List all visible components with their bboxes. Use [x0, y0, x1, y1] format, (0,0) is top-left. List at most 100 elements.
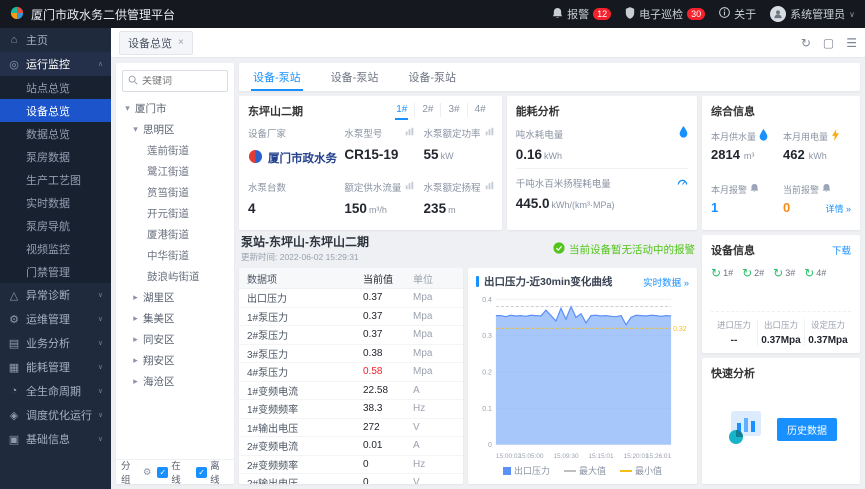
content-tab[interactable]: 设备-泵站 [251, 63, 303, 91]
energy-metric: 千吨水百米扬程耗电量445.0kWh/(km³·MPa) [516, 168, 688, 217]
tree-label: 厦门市 [135, 101, 167, 116]
sidebar-item-label: 全生命周期 [26, 383, 81, 399]
table-row[interactable]: 1#变频频率38.3Hz [239, 400, 463, 419]
offline-label: 离线 [210, 458, 229, 486]
open-tab-device-overview[interactable]: 设备总览 × [119, 31, 193, 55]
table-row[interactable]: 出口压力0.37Mpa [239, 289, 463, 308]
tree-node-street[interactable]: 厦港街道 [118, 224, 232, 245]
fullscreen-icon[interactable]: ▢ [823, 36, 834, 50]
user-menu[interactable]: 系统管理员 ∨ [770, 6, 855, 22]
pump-tab[interactable]: 4# [467, 103, 493, 117]
table-body[interactable]: 出口压力0.37Mpa1#泵压力0.37Mpa2#泵压力0.37Mpa3#泵压力… [239, 289, 463, 484]
tree-node-street[interactable]: 筼筜街道 [118, 182, 232, 203]
sidebar-subitem[interactable]: 门禁管理 [0, 260, 111, 283]
detail-link[interactable]: 详情 » [825, 202, 851, 215]
history-data-button[interactable]: 历史数据 [777, 418, 837, 441]
stat-value: -- [711, 335, 757, 346]
sidebar-group-monitor[interactable]: ◎运行监控∧ [0, 52, 111, 76]
table-row[interactable]: 3#泵压力0.38Mpa [239, 345, 463, 364]
sidebar-group[interactable]: ◈调度优化运行∨ [0, 403, 111, 427]
tree-node-street[interactable]: 莲前街道 [118, 140, 232, 161]
pump-tab[interactable]: 3# [440, 103, 466, 117]
close-icon[interactable]: × [178, 37, 184, 48]
metric-label: 千吨水百米扬程耗电量 [516, 176, 611, 190]
pump-status: ↻2# [742, 267, 764, 279]
station-metric: 额定供水流量 150m³/h [344, 180, 413, 223]
tree-node-city[interactable]: ▾厦门市 [118, 98, 232, 119]
tree-node-street[interactable]: 鼓浪屿街道 [118, 266, 232, 287]
sidebar-group[interactable]: ▣基础信息∨ [0, 427, 111, 451]
search-box [122, 70, 228, 92]
online-checkbox[interactable]: ✓ 在线 [157, 458, 190, 486]
pump-tab[interactable]: 2# [414, 103, 440, 117]
tree-node-street[interactable]: 鹭江街道 [118, 161, 232, 182]
cell-unit: Mpa [413, 329, 455, 340]
table-row[interactable]: 2#泵压力0.37Mpa [239, 326, 463, 345]
chevron-up-icon: ∧ [98, 60, 103, 68]
sidebar-group[interactable]: ⚙运维管理∨ [0, 307, 111, 331]
about-button[interactable]: 关于 [719, 6, 756, 22]
search-input[interactable] [142, 76, 222, 87]
metric-chart-icon [405, 181, 414, 193]
realtime-data-link[interactable]: 实时数据 » [643, 275, 689, 289]
cell-name: 2#泵压力 [247, 327, 363, 342]
cell-unit: Mpa [413, 311, 455, 322]
legend-item[interactable]: 最大值 [564, 464, 606, 477]
tree-node-street[interactable]: 开元街道 [118, 203, 232, 224]
offline-checkbox[interactable]: ✓ 离线 [196, 458, 229, 486]
summary-card-title: 综合信息 [711, 103, 851, 119]
sidebar-group[interactable]: ▦能耗管理∨ [0, 355, 111, 379]
sidebar-group[interactable]: △异常诊断∨ [0, 283, 111, 307]
stat-value: 0.37Mpa [758, 335, 804, 346]
sidebar-subitem[interactable]: 泵房数据 [0, 145, 111, 168]
pump-id: 4# [816, 268, 826, 278]
sidebar-subitem[interactable]: 泵房导航 [0, 214, 111, 237]
sidebar-item-home[interactable]: ⌂主页 [0, 28, 111, 52]
cell-value: 0.37 [363, 329, 413, 340]
sidebar-group[interactable]: ◔全生命周期∨ [0, 379, 111, 403]
tree-label: 同安区 [143, 332, 175, 347]
content-tab[interactable]: 设备-泵站 [329, 63, 381, 91]
content-tab[interactable]: 设备-泵站 [406, 63, 458, 91]
table-row[interactable]: 4#泵压力0.58Mpa [239, 363, 463, 382]
table-row[interactable]: 1#泵压力0.37Mpa [239, 308, 463, 327]
sidebar-subitem[interactable]: 实时数据 [0, 191, 111, 214]
sidebar-subitem[interactable]: 设备总览 [0, 99, 111, 122]
table-row[interactable]: 2#变频频率0Hz [239, 456, 463, 475]
cell-value: 0 [363, 459, 413, 470]
table-row[interactable]: 2#输出电压0V [239, 474, 463, 484]
pump-tabs: 1#2#3#4# [389, 103, 493, 117]
tree-node-district[interactable]: ▸海沧区 [118, 371, 232, 392]
table-header: 数据项当前值单位 [239, 268, 463, 289]
pump-tab[interactable]: 1# [389, 103, 414, 117]
metric-value: 150m³/h [344, 201, 413, 216]
inspection-button[interactable]: 电子巡检 30 [625, 6, 705, 22]
topbar: 厦门市政水务二供管理平台 报警 12 电子巡检 30 关于 系统管理员 ∨ [0, 0, 865, 28]
sidebar-subitem[interactable]: 数据总览 [0, 122, 111, 145]
sidebar-subitem[interactable]: 生产工艺图 [0, 168, 111, 191]
group-setting[interactable]: 分组 ⚙ [121, 458, 151, 486]
legend-item[interactable]: 最小值 [620, 464, 662, 477]
refresh-icon[interactable]: ↻ [801, 36, 811, 50]
table-row[interactable]: 1#输出电压272V [239, 419, 463, 438]
cell-name: 1#泵压力 [247, 309, 363, 324]
table-row[interactable]: 2#变频电流0.01A [239, 437, 463, 456]
menu-icon[interactable]: ☰ [846, 36, 857, 50]
sidebar-group[interactable]: ▤业务分析∨ [0, 331, 111, 355]
bell-icon [552, 7, 563, 22]
table-row[interactable]: 1#变频电流22.58A [239, 382, 463, 401]
tree-node-district[interactable]: ▸同安区 [118, 329, 232, 350]
metric-label: 额定供水流量 [344, 180, 401, 194]
tree-label: 海沧区 [143, 374, 175, 389]
alarm-button[interactable]: 报警 12 [552, 6, 611, 22]
tree-node-district[interactable]: ▸湖里区 [118, 287, 232, 308]
tree-node-district[interactable]: ▾思明区 [118, 119, 232, 140]
tree-node-street[interactable]: 中华街道 [118, 245, 232, 266]
download-link[interactable]: 下载 [832, 243, 851, 257]
tree-node-district[interactable]: ▸集美区 [118, 308, 232, 329]
column-header: 单位 [413, 271, 455, 286]
legend-item[interactable]: 出口压力 [503, 464, 550, 477]
sidebar-subitem[interactable]: 站点总览 [0, 76, 111, 99]
sidebar-subitem[interactable]: 视频监控 [0, 237, 111, 260]
tree-node-district[interactable]: ▸翔安区 [118, 350, 232, 371]
